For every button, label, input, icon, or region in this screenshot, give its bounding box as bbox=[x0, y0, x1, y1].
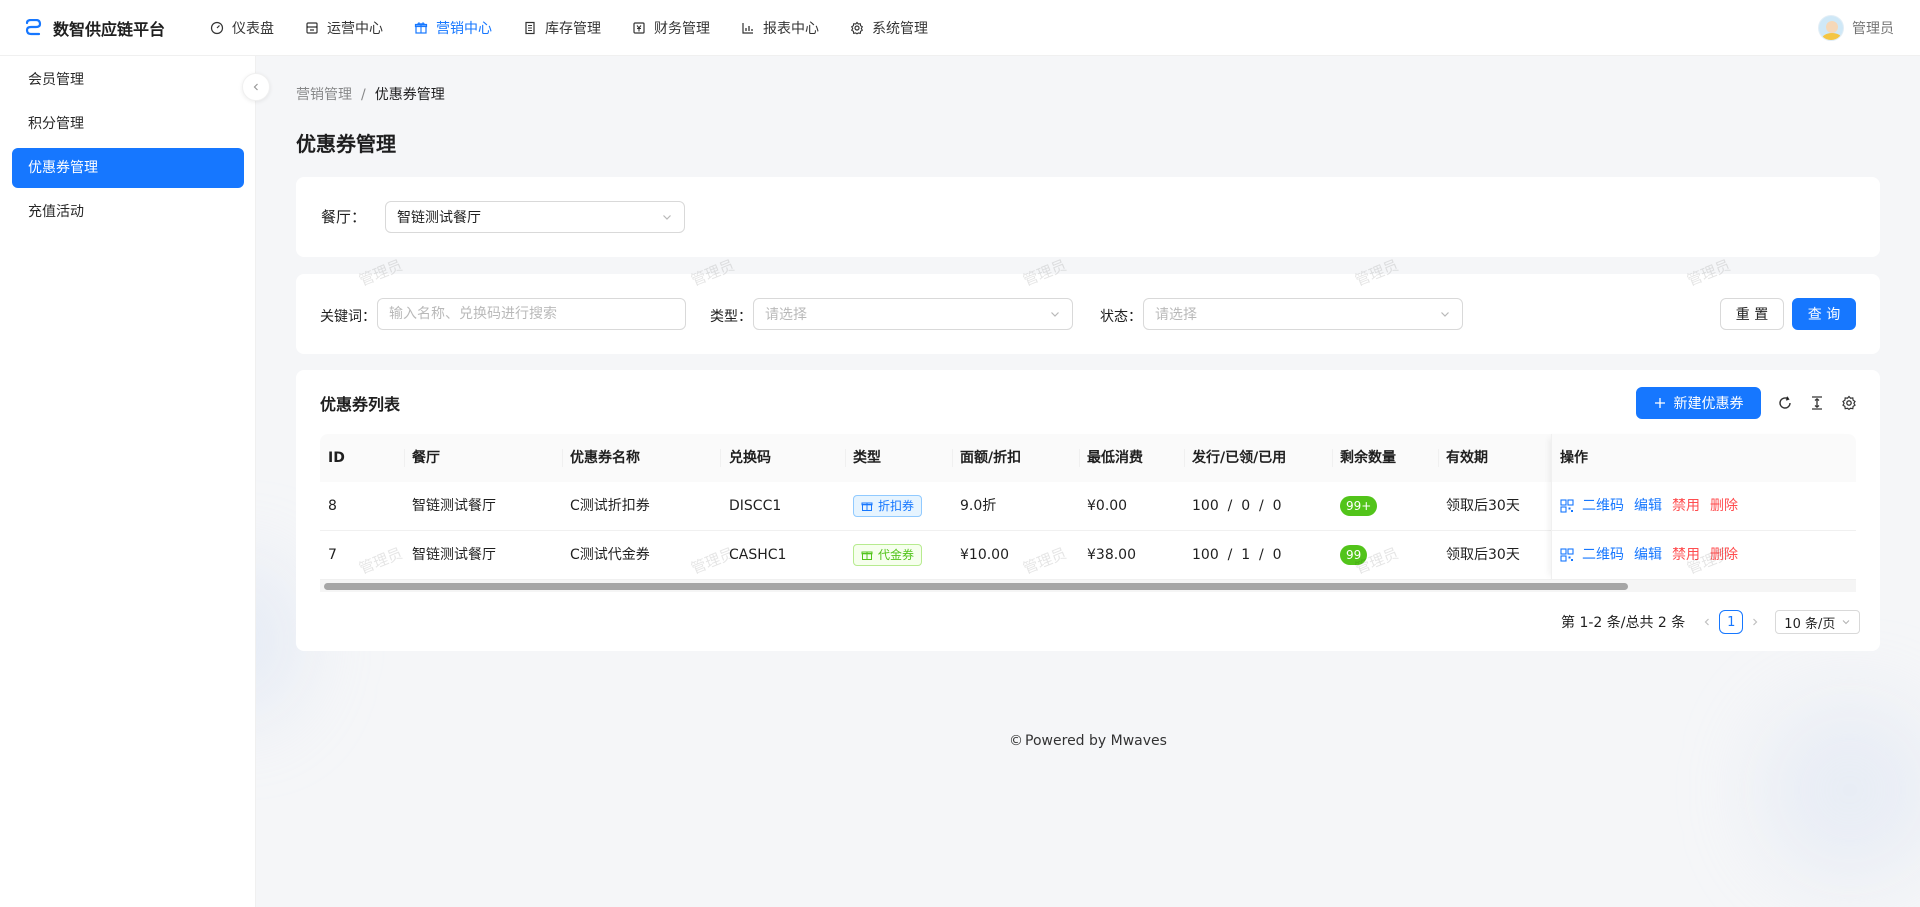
col-code: 兑换码 bbox=[729, 450, 771, 466]
settings-icon[interactable] bbox=[1841, 395, 1857, 411]
reset-button[interactable]: 重 置 bbox=[1720, 298, 1784, 330]
top-header: 数智供应链平台 仪表盘 运营中心 营销中心 库存管理 财务管理 报表中心 系统管… bbox=[0, 0, 1920, 56]
topnav-marketing[interactable]: 营销中心 bbox=[414, 0, 492, 56]
avatar bbox=[1818, 15, 1844, 41]
search-card: 关键词： 类型： 请选择 状态： 请选择 重 置 查 询 bbox=[296, 274, 1880, 354]
pagination-summary: 第 1-2 条/总共 2 条 bbox=[1561, 615, 1686, 631]
keyword-input[interactable] bbox=[377, 298, 686, 330]
type-select[interactable]: 请选择 bbox=[753, 298, 1073, 330]
fixed-actions-column bbox=[1551, 434, 1856, 580]
table-horizontal-scrollbar[interactable] bbox=[320, 580, 1856, 592]
gift-icon bbox=[861, 502, 873, 511]
col-amount: 面额/折扣 bbox=[960, 450, 1022, 466]
restaurant-select[interactable]: 智链测试餐厅 bbox=[385, 201, 685, 233]
scrollbar-thumb[interactable] bbox=[324, 583, 1628, 590]
reload-icon[interactable] bbox=[1777, 395, 1793, 411]
plus-icon bbox=[1654, 398, 1665, 408]
user-menu[interactable]: 管理员 bbox=[1818, 15, 1894, 41]
col-remain: 剩余数量 bbox=[1340, 450, 1396, 466]
dashboard-icon bbox=[210, 21, 224, 34]
coupon-list-card: 优惠券列表 新建优惠券 ID 餐厅 优惠券名称 兑换码 类型 面额/折扣 最低消… bbox=[296, 370, 1880, 651]
type-label: 类型： bbox=[710, 309, 752, 325]
gift-icon bbox=[861, 551, 873, 560]
topnav-inventory[interactable]: 库存管理 bbox=[523, 0, 601, 56]
type-tag: 折扣券 bbox=[853, 495, 923, 517]
gift-icon bbox=[414, 21, 428, 34]
col-stats: 发行/已领/已用 bbox=[1192, 450, 1287, 466]
app-title: 数智供应链平台 bbox=[53, 19, 166, 39]
footer-text: Powered by Mwaves bbox=[1025, 733, 1167, 749]
breadcrumb-separator: / bbox=[361, 87, 366, 103]
top-nav: 仪表盘 运营中心 营销中心 库存管理 财务管理 报表中心 系统管理 bbox=[210, 0, 959, 56]
remain-badge: 99 bbox=[1340, 545, 1368, 565]
pagination: 第 1-2 条/总共 2 条 1 10 条/页 bbox=[1561, 610, 1861, 634]
topnav-system[interactable]: 系统管理 bbox=[850, 0, 928, 56]
page-1-button[interactable]: 1 bbox=[1719, 610, 1744, 634]
store-icon bbox=[306, 21, 318, 34]
status-label: 状态： bbox=[1100, 309, 1142, 325]
col-valid: 有效期 bbox=[1446, 450, 1488, 466]
page-size-select[interactable]: 10 条/页 bbox=[1775, 610, 1861, 634]
app-logo[interactable]: 数智供应链平台 bbox=[24, 16, 186, 40]
chevron-down-icon bbox=[1441, 312, 1449, 317]
col-restaurant: 餐厅 bbox=[412, 450, 440, 466]
restaurant-label: 餐厅： bbox=[321, 208, 367, 226]
col-id: ID bbox=[328, 450, 345, 466]
topnav-dashboard[interactable]: 仪表盘 bbox=[210, 0, 274, 56]
keyword-label: 关键词： bbox=[320, 309, 376, 325]
topnav-operations[interactable]: 运营中心 bbox=[305, 0, 383, 56]
page-title: 优惠券管理 bbox=[296, 132, 396, 156]
remain-badge: 99+ bbox=[1340, 496, 1378, 516]
footer: © Powered by Mwaves bbox=[256, 733, 1920, 749]
new-coupon-button[interactable]: 新建优惠券 bbox=[1636, 387, 1761, 419]
prev-page-button[interactable] bbox=[1695, 610, 1719, 634]
sidebar-item-coupons[interactable]: 优惠券管理 bbox=[12, 148, 244, 188]
status-select[interactable]: 请选择 bbox=[1143, 298, 1463, 330]
breadcrumb-current: 优惠券管理 bbox=[374, 87, 445, 103]
breadcrumb: 营销管理 / 优惠券管理 bbox=[296, 84, 445, 104]
col-type: 类型 bbox=[853, 450, 881, 466]
chevron-left-icon bbox=[1704, 618, 1710, 626]
chevron-down-icon bbox=[663, 215, 671, 220]
sidebar-item-points[interactable]: 积分管理 bbox=[12, 104, 244, 144]
user-name: 管理员 bbox=[1852, 21, 1894, 37]
type-tag: 代金券 bbox=[853, 544, 923, 566]
sidebar-item-recharge[interactable]: 充值活动 bbox=[12, 192, 244, 232]
query-button[interactable]: 查 询 bbox=[1792, 298, 1856, 330]
chevron-down-icon bbox=[1051, 312, 1059, 317]
chevron-right-icon bbox=[1753, 618, 1758, 626]
list-title: 优惠券列表 bbox=[320, 395, 401, 414]
breadcrumb-parent[interactable]: 营销管理 bbox=[296, 87, 352, 103]
inventory-icon bbox=[525, 21, 535, 34]
sidebar: 会员管理 积分管理 优惠券管理 充值活动 bbox=[0, 56, 256, 907]
restaurant-filter-card: 餐厅： 智链测试餐厅 bbox=[296, 177, 1880, 257]
topnav-reports[interactable]: 报表中心 bbox=[741, 0, 819, 56]
col-min: 最低消费 bbox=[1087, 450, 1143, 466]
sidebar-collapse-button[interactable] bbox=[242, 73, 270, 101]
finance-icon bbox=[633, 21, 645, 34]
col-name: 优惠券名称 bbox=[570, 450, 640, 466]
next-page-button[interactable] bbox=[1743, 610, 1767, 634]
gear-icon bbox=[850, 21, 864, 34]
chevron-down-icon bbox=[1842, 620, 1850, 625]
sidebar-item-members[interactable]: 会员管理 bbox=[12, 60, 244, 100]
column-height-icon[interactable] bbox=[1809, 395, 1825, 411]
copyright-icon: © bbox=[1009, 733, 1024, 749]
chart-icon bbox=[742, 22, 753, 34]
topnav-finance[interactable]: 财务管理 bbox=[632, 0, 710, 56]
chevron-left-icon bbox=[253, 83, 258, 91]
logo-icon bbox=[25, 18, 42, 35]
